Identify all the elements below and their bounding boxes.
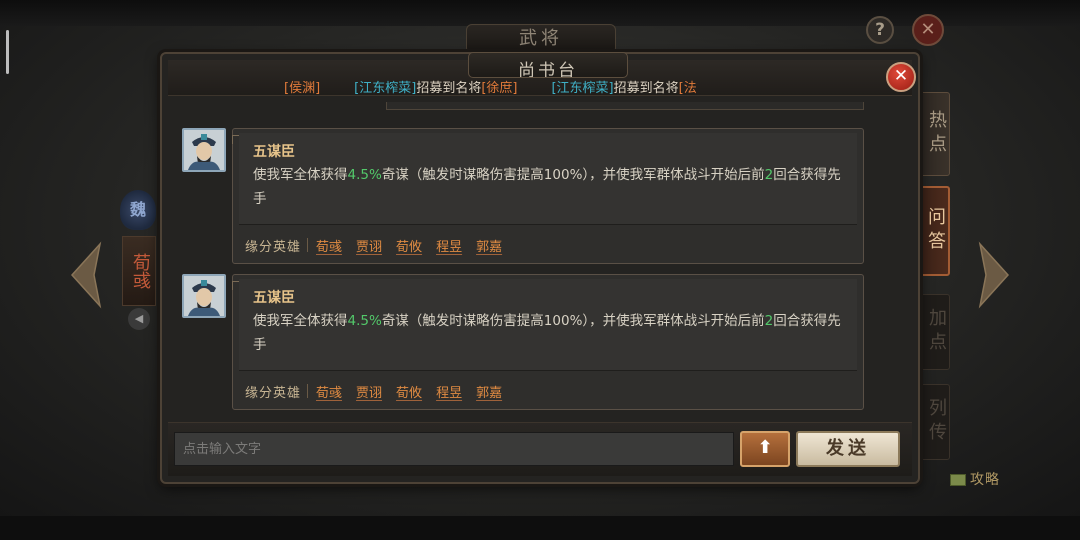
strategy-label: 攻略	[970, 472, 1000, 488]
bottom-bar	[0, 516, 1080, 540]
chevron-left-icon	[70, 241, 102, 309]
strategy-link[interactable]: 攻略	[950, 470, 1000, 490]
faction-badge: 魏	[120, 190, 156, 230]
fate-hero-link[interactable]: 荀彧	[316, 236, 342, 255]
left-edge-indicator	[6, 30, 9, 74]
chat-input-bar: ⬆ 发送	[168, 422, 912, 476]
chevron-right-icon	[978, 241, 1010, 309]
skill-box: 五谋臣 使我军全体获得4.5%奇谋（触发时谋略伤害提高100%），并使我军群体战…	[239, 279, 857, 371]
help-button[interactable]: ?	[866, 16, 894, 44]
fate-hero-link[interactable]: 贾诩	[356, 236, 382, 255]
qa-panel: 尚书台 [侯渊] [江东榨菜] 招募到名将 [徐庶] [江东榨菜] 招募到名将 …	[160, 52, 920, 484]
book-icon	[950, 474, 966, 486]
hero-portrait-icon	[184, 130, 224, 170]
fate-hero-link[interactable]: 郭嘉	[476, 236, 502, 255]
fate-hero-link[interactable]: 荀攸	[396, 236, 422, 255]
skill-box: 五谋臣 使我军全体获得4.5%奇谋（触发时谋略伤害提高100%），并使我军群体战…	[239, 133, 857, 225]
fate-label: 缘分英雄	[245, 385, 302, 401]
scroll-up-button[interactable]: ⬆	[740, 431, 790, 467]
panel-header: 尚书台 [侯渊] [江东榨菜] 招募到名将 [徐庶] [江东榨菜] 招募到名将 …	[168, 52, 916, 96]
background-title: 武将	[466, 24, 616, 54]
fate-hero-link[interactable]: 郭嘉	[476, 382, 502, 401]
tab-add-points[interactable]: 加点	[916, 294, 950, 370]
avatar[interactable]	[182, 128, 226, 172]
fate-heroes-row: 缘分英雄 荀彧 贾诩 荀攸 程昱 郭嘉	[245, 235, 845, 255]
message-bubble: 五谋臣 使我军全体获得4.5%奇谋（触发时谋略伤害提高100%），并使我军群体战…	[232, 128, 864, 264]
hero-portrait-icon	[184, 276, 224, 316]
close-button[interactable]: ✕	[886, 62, 916, 92]
tab-biography[interactable]: 列传	[916, 384, 950, 460]
tab-qa[interactable]: 问答	[916, 186, 950, 276]
avatar[interactable]	[182, 274, 226, 318]
tab-hot[interactable]: 热点	[916, 92, 950, 176]
skill-title: 五谋臣	[253, 290, 295, 306]
fate-hero-link[interactable]: 程昱	[436, 236, 462, 255]
background-close-button[interactable]: ✕	[912, 14, 944, 46]
divider	[307, 384, 309, 398]
fate-hero-link[interactable]: 荀攸	[396, 382, 422, 401]
speaker-icon[interactable]: ◀	[128, 308, 150, 330]
fate-hero-link[interactable]: 贾诩	[356, 382, 382, 401]
message-list[interactable]: 五谋臣 使我军全体获得4.5%奇谋（触发时谋略伤害提高100%），并使我军群体战…	[168, 102, 912, 416]
news-ticker: [侯渊] [江东榨菜] 招募到名将 [徐庶] [江东榨菜] 招募到名将 [法	[284, 78, 924, 100]
fate-heroes-row: 缘分英雄 荀彧 贾诩 荀攸 程昱 郭嘉	[245, 381, 845, 401]
message-bubble: 五谋臣 使我军全体获得4.5%奇谋（触发时谋略伤害提高100%），并使我军群体战…	[232, 274, 864, 410]
ticker-item: [江东榨菜] 招募到名将 [徐庶]	[354, 81, 518, 96]
divider	[307, 238, 309, 252]
fate-hero-link[interactable]: 荀彧	[316, 382, 342, 401]
skill-title: 五谋臣	[253, 144, 295, 160]
skill-description: 使我军全体获得4.5%奇谋（触发时谋略伤害提高100%），并使我军群体战斗开始后…	[253, 313, 841, 353]
hero-name-vertical: 荀彧	[122, 236, 156, 306]
send-button[interactable]: 发送	[796, 431, 900, 467]
prev-hero-arrow[interactable]	[66, 240, 106, 310]
skill-description: 使我军全体获得4.5%奇谋（触发时谋略伤害提高100%），并使我军群体战斗开始后…	[253, 167, 841, 207]
fate-label: 缘分英雄	[245, 239, 302, 255]
panel-title: 尚书台	[468, 52, 628, 78]
chat-input[interactable]	[174, 432, 734, 466]
previous-message-edge	[386, 102, 864, 110]
next-hero-arrow[interactable]	[974, 240, 1014, 310]
fate-hero-link[interactable]: 程昱	[436, 382, 462, 401]
ticker-item: [江东榨菜] 招募到名将 [法	[551, 81, 697, 96]
ticker-item: [侯渊]	[284, 81, 321, 96]
